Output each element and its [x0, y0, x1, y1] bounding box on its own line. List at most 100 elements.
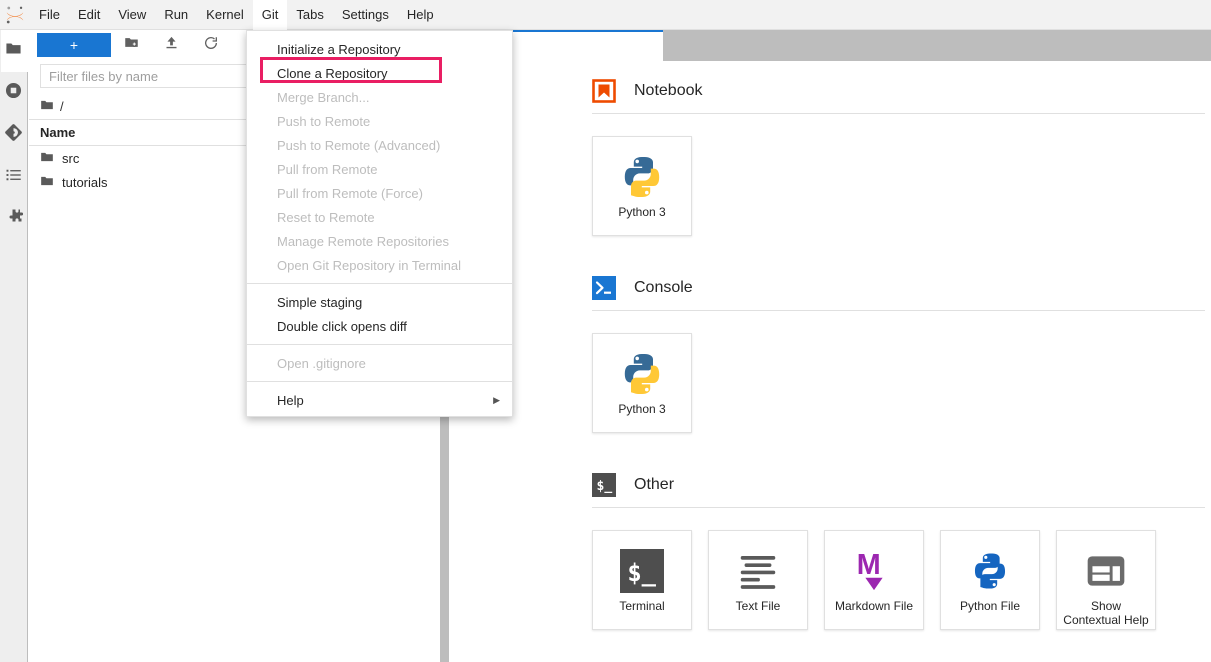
menu-label: Help	[406, 7, 434, 22]
git-menu-item-label: Pull from Remote	[277, 161, 378, 177]
jupyterlab-window: File Edit View Run Kernel Git Tabs Settings Help	[0, 0, 1211, 662]
git-menu-item-simple-staging[interactable]: Simple staging	[247, 290, 512, 314]
new-launcher-button[interactable]: +	[37, 33, 111, 57]
sidebar-item-file-browser[interactable]	[0, 30, 28, 72]
contextual-help-icon	[1084, 545, 1128, 597]
git-menu-item-label: Reset to Remote	[277, 209, 375, 225]
launcher-card-python-3[interactable]: Python 3	[592, 136, 692, 236]
menu-edit[interactable]: Edit	[69, 0, 109, 30]
menu-label: File	[39, 7, 60, 22]
git-menu-item-clone-a-repository[interactable]: Clone a Repository	[247, 61, 512, 85]
upload-button[interactable]	[151, 33, 191, 57]
menu-label: Tabs	[296, 7, 324, 22]
git-menu-item-initialize-a-repository[interactable]: Initialize a Repository	[247, 37, 512, 61]
git-menu-item-label: Double click opens diff	[277, 318, 407, 334]
launcher-card-markdown-file[interactable]: M Markdown File	[824, 530, 924, 630]
launcher-card-label: Python 3	[618, 402, 666, 416]
left-sidebar-rail	[0, 30, 28, 662]
svg-text:$_: $_	[627, 559, 656, 587]
menu-view[interactable]: View	[109, 0, 155, 30]
svg-text:$_: $_	[597, 479, 613, 494]
notebook-icon	[592, 79, 616, 103]
card-row: Python 3	[442, 114, 1211, 260]
menu-settings[interactable]: Settings	[333, 0, 398, 30]
git-menu-item-push-to-remote-advanced: Push to Remote (Advanced)	[247, 133, 512, 157]
file-browser-scrollbar[interactable]	[440, 400, 449, 662]
menu-run[interactable]: Run	[155, 0, 197, 30]
menu-separator	[247, 344, 512, 345]
menu-bar-items: File Edit View Run Kernel Git Tabs Settings Help	[30, 0, 443, 30]
launcher-card-label: Markdown File	[834, 599, 914, 613]
launcher-card-text-file[interactable]: Text File	[708, 530, 808, 630]
list-item-label: tutorials	[62, 174, 108, 190]
sidebar-item-commands[interactable]	[0, 156, 27, 198]
python-logo-icon	[618, 348, 666, 400]
console-icon	[592, 276, 616, 300]
git-menu-item-label: Initialize a Repository	[277, 41, 401, 57]
git-menu-item-label: Push to Remote	[277, 113, 371, 129]
git-menu-item-label: Pull from Remote (Force)	[277, 185, 423, 201]
sidebar-item-extensions[interactable]	[0, 198, 27, 240]
card-row: Python 3	[442, 311, 1211, 457]
terminal-icon: $_	[592, 473, 616, 497]
section-header: Console	[442, 260, 1211, 310]
menu-label: Run	[164, 7, 189, 22]
launcher-card-label: Python 3	[618, 205, 666, 219]
section-title: Console	[634, 279, 693, 296]
new-folder-button[interactable]	[111, 33, 151, 57]
git-menu-item-manage-remote-repositories: Manage Remote Repositories	[247, 229, 512, 253]
upload-icon	[164, 35, 179, 55]
menu-help[interactable]: Help	[398, 0, 443, 30]
puzzle-icon	[5, 208, 23, 231]
section-title: Other	[634, 476, 675, 493]
menu-kernel[interactable]: Kernel	[197, 0, 253, 30]
sidebar-item-running-sessions[interactable]	[0, 72, 27, 114]
git-menu-item-label: Clone a Repository	[277, 65, 388, 81]
section-header: $_ Other	[442, 457, 1211, 507]
launcher-sections: Notebook Python 3 Console Python 3 $_ Ot…	[442, 63, 1211, 654]
git-menu-item-pull-from-remote-force: Pull from Remote (Force)	[247, 181, 512, 205]
menu-bar: File Edit View Run Kernel Git Tabs Settings Help	[0, 0, 1211, 30]
menu-label: View	[118, 7, 147, 22]
git-menu-item-label: Help	[277, 392, 304, 408]
launcher-card-show-contextual-help[interactable]: Show Contextual Help	[1056, 530, 1156, 630]
refresh-icon	[203, 35, 219, 56]
main-area: Launcher Notebook Python 3 Console Pytho…	[442, 30, 1211, 662]
launcher-card-python-3[interactable]: Python 3	[592, 333, 692, 433]
git-menu-item-open-git-repository-in-terminal: Open Git Repository in Terminal	[247, 253, 512, 277]
jupyter-logo-icon	[0, 0, 30, 30]
menu-tabs[interactable]: Tabs	[287, 0, 332, 30]
markdown-icon: M	[851, 545, 897, 597]
menu-git[interactable]: Git	[252, 0, 288, 30]
git-menu-item-label: Open Git Repository in Terminal	[277, 257, 462, 273]
menu-label: Kernel	[206, 7, 244, 22]
python-logo-icon	[618, 151, 666, 203]
git-menu-item-reset-to-remote: Reset to Remote	[247, 205, 512, 229]
launcher-section-console: Console Python 3	[442, 260, 1211, 457]
tab-bar: Launcher	[442, 30, 1211, 61]
launcher-card-label: Text File	[735, 599, 781, 613]
menu-label: Edit	[77, 7, 101, 22]
new-folder-icon	[124, 35, 139, 55]
launcher-card-label: Show Contextual Help	[1063, 599, 1149, 627]
section-title: Notebook	[634, 82, 703, 99]
launcher-card-terminal[interactable]: $_ Terminal	[592, 530, 692, 630]
git-menu-item-double-click-opens-diff[interactable]: Double click opens diff	[247, 314, 512, 338]
scrollbar-thumb[interactable]	[440, 400, 449, 662]
section-header: Notebook	[442, 63, 1211, 113]
column-header-name: Name	[40, 125, 76, 140]
terminal-icon: $_	[620, 545, 664, 597]
menu-file[interactable]: File	[30, 0, 69, 30]
git-menu-item-help[interactable]: Help ▶	[247, 388, 512, 412]
refresh-button[interactable]	[191, 33, 231, 57]
folder-icon	[40, 98, 54, 115]
sidebar-item-git-panel[interactable]	[0, 114, 27, 156]
list-icon	[5, 166, 23, 189]
python-file-icon	[969, 545, 1011, 597]
launcher-card-python-file[interactable]: Python File	[940, 530, 1040, 630]
card-row: $_ Terminal Text File M Markdown File Py…	[442, 508, 1211, 654]
folder-icon	[40, 150, 54, 167]
chevron-right-icon: ▶	[493, 394, 500, 405]
git-menu-item-label: Open .gitignore	[277, 355, 366, 371]
git-menu-item-merge-branch: Merge Branch...	[247, 85, 512, 109]
